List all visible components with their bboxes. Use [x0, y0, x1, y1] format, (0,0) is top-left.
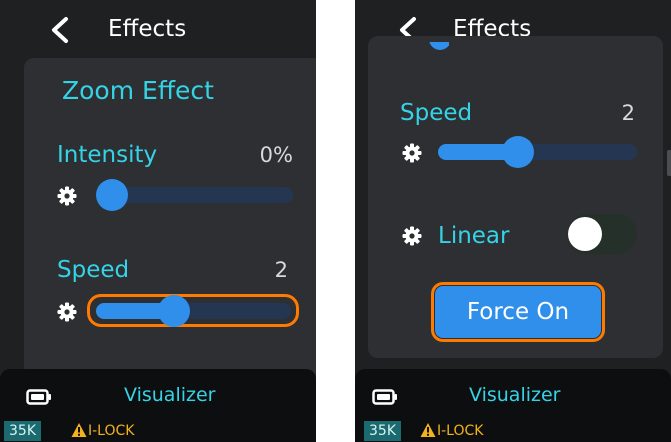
speed-thumb[interactable]: [502, 136, 534, 168]
gear-icon[interactable]: [402, 226, 422, 246]
force-on-button[interactable]: Force On: [435, 286, 601, 338]
speed-label: Speed: [400, 100, 473, 126]
footer-title: Visualizer: [469, 384, 561, 406]
intensity-label: Intensity: [57, 142, 158, 168]
speed-slider[interactable]: [96, 295, 291, 327]
intensity-thumb[interactable]: [96, 179, 128, 211]
intensity-value: 0%: [259, 143, 293, 167]
linear-label: Linear: [438, 223, 510, 249]
footer-title: Visualizer: [124, 384, 216, 406]
speed-value: 2: [274, 258, 288, 282]
speed-label: Speed: [57, 257, 130, 283]
status-footer: Visualizer 35K I-LOCK: [355, 369, 671, 442]
intensity-slider[interactable]: [96, 179, 293, 211]
speed-value: 2: [621, 101, 635, 125]
battery-icon: [26, 389, 51, 405]
effects-screen-right: Effects Speed 2 Linear Force On Visualiz…: [355, 0, 671, 442]
resolution-badge: 35K: [4, 421, 41, 441]
page-title: Effects: [108, 16, 187, 42]
gear-icon[interactable]: [402, 143, 422, 163]
status-footer: Visualizer 35K I-LOCK: [0, 369, 316, 442]
lock-status: I-LOCK: [437, 423, 484, 439]
speed-slider[interactable]: [438, 136, 637, 168]
battery-icon: [372, 389, 397, 405]
linear-toggle[interactable]: [567, 214, 637, 254]
lock-status: I-LOCK: [88, 423, 135, 439]
effects-screen-left: Effects Zoom Effect Intensity 0% Speed 2: [0, 0, 316, 442]
gear-icon[interactable]: [57, 302, 77, 322]
scrolled-slider-thumb: [429, 42, 449, 54]
toggle-knob: [568, 217, 602, 251]
warning-icon: [71, 423, 87, 437]
header: Effects: [0, 0, 316, 56]
warning-icon: [420, 423, 436, 437]
scrollbar[interactable]: [667, 150, 671, 176]
card-title: Zoom Effect: [62, 76, 214, 105]
back-icon[interactable]: [47, 14, 73, 46]
gear-icon[interactable]: [57, 186, 77, 206]
speed-thumb[interactable]: [158, 295, 190, 327]
resolution-badge: 35K: [364, 421, 401, 441]
